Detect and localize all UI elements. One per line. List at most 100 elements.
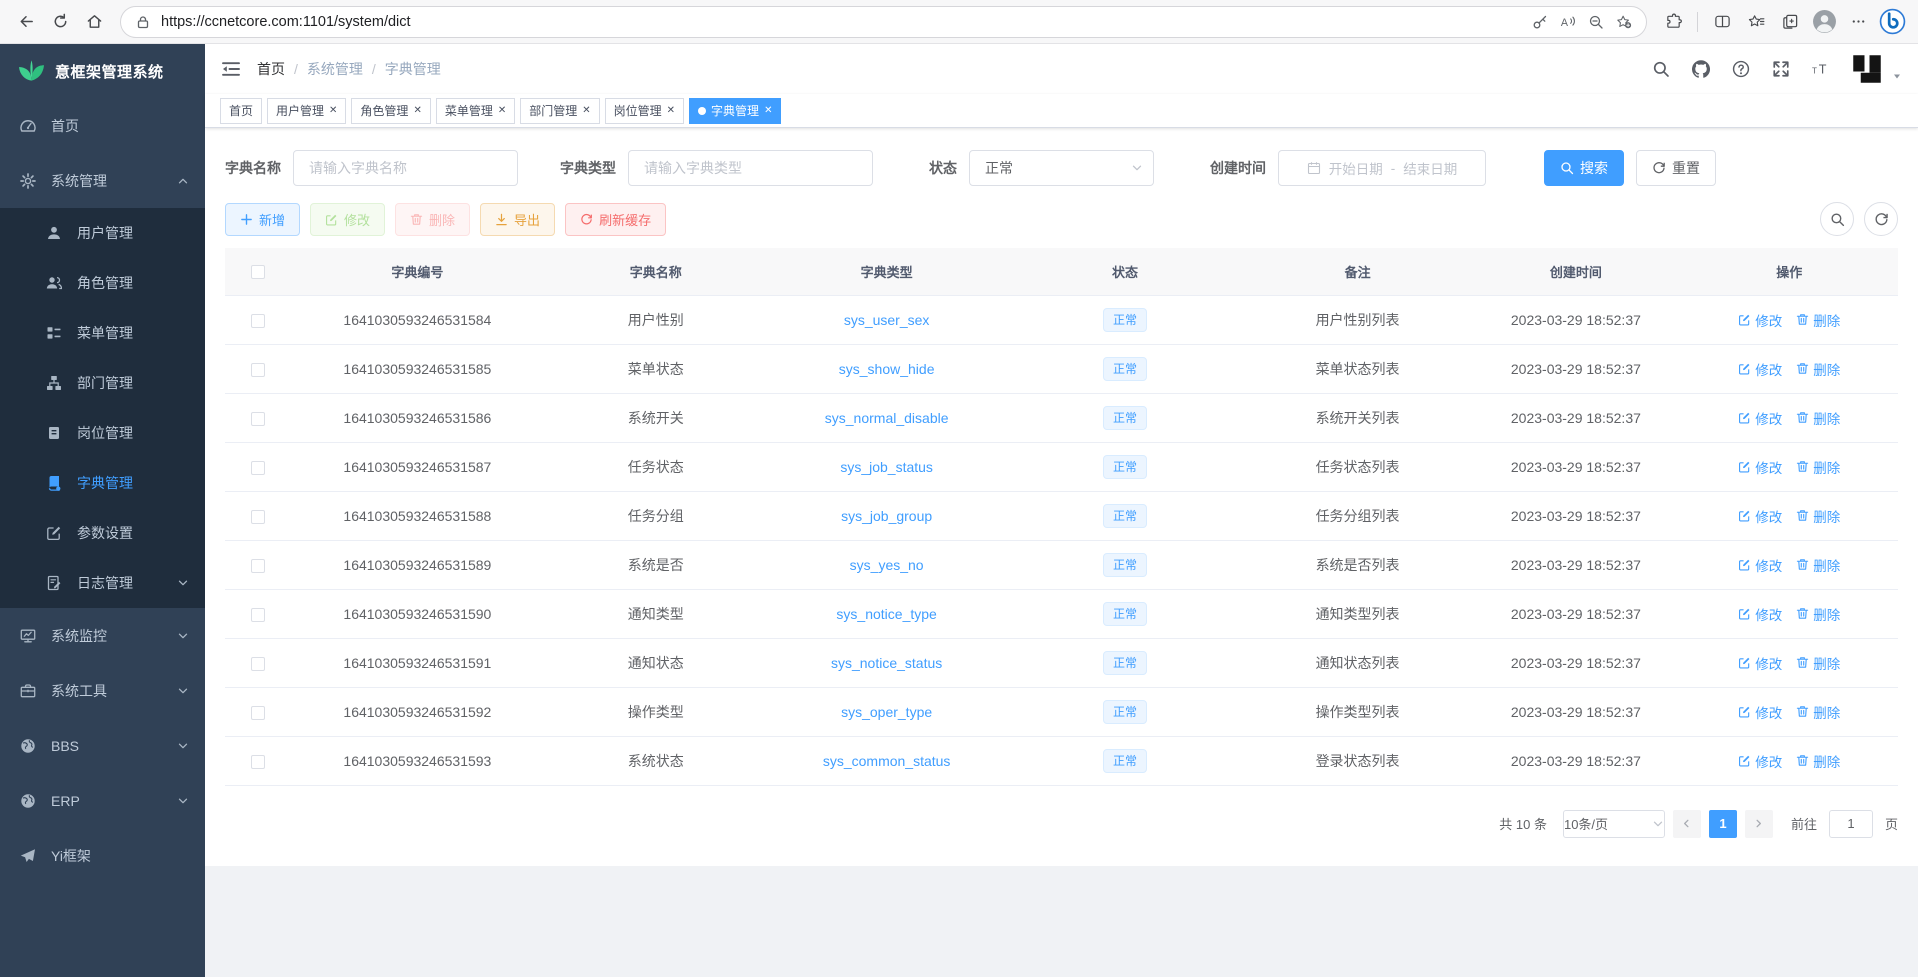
tab-close-icon[interactable]: ✕ — [329, 105, 337, 116]
tab-1[interactable]: 首页 — [220, 98, 262, 124]
dict-type-link[interactable]: sys_normal_disable — [825, 410, 949, 426]
sidebar-item-log-mgmt[interactable]: 日志管理 — [0, 558, 205, 608]
row-checkbox[interactable] — [251, 461, 265, 475]
tab-3[interactable]: 角色管理✕ — [351, 98, 430, 124]
search-button[interactable]: 搜索 — [1544, 150, 1624, 186]
delete-row-button[interactable]: 删除 — [1796, 310, 1840, 330]
dict-type-input[interactable] — [628, 150, 873, 186]
sidebar-item-menu-mgmt[interactable]: 菜单管理 — [0, 308, 205, 358]
edit-row-button[interactable]: 修改 — [1738, 702, 1782, 722]
edit-row-button[interactable]: 修改 — [1738, 653, 1782, 673]
more-menu-icon[interactable] — [1842, 6, 1874, 38]
sidebar-toggle-icon[interactable] — [221, 59, 241, 79]
goto-page-input[interactable] — [1829, 810, 1873, 838]
delete-row-button[interactable]: 删除 — [1796, 751, 1840, 771]
tab-close-icon[interactable]: ✕ — [498, 105, 506, 116]
row-checkbox[interactable] — [251, 510, 265, 524]
edit-row-button[interactable]: 修改 — [1738, 604, 1782, 624]
split-screen-icon[interactable] — [1706, 6, 1738, 38]
url-text[interactable]: https://ccnetcore.com:1101/system/dict — [161, 14, 1526, 30]
row-checkbox[interactable] — [251, 755, 265, 769]
prev-page-button[interactable] — [1673, 810, 1701, 838]
dict-type-link[interactable]: sys_common_status — [823, 753, 951, 769]
row-checkbox[interactable] — [251, 559, 265, 573]
tab-close-icon[interactable]: ✕ — [582, 105, 590, 116]
edit-row-button[interactable]: 修改 — [1738, 506, 1782, 526]
row-checkbox[interactable] — [251, 657, 265, 671]
sidebar-item-tools[interactable]: 系统工具 — [0, 663, 205, 718]
dict-name-input[interactable] — [293, 150, 518, 186]
edit-row-button[interactable]: 修改 — [1738, 457, 1782, 477]
delete-row-button[interactable]: 删除 — [1796, 506, 1840, 526]
sidebar-item-erp[interactable]: ERP — [0, 773, 205, 828]
sidebar-item-bbs[interactable]: BBS — [0, 718, 205, 773]
dict-type-link[interactable]: sys_notice_type — [836, 606, 936, 622]
row-checkbox[interactable] — [251, 363, 265, 377]
dict-type-link[interactable]: sys_job_status — [840, 459, 933, 475]
delete-row-button[interactable]: 删除 — [1796, 555, 1840, 575]
delete-row-button[interactable]: 删除 — [1796, 702, 1840, 722]
dict-type-link[interactable]: sys_yes_no — [850, 557, 924, 573]
edit-row-button[interactable]: 修改 — [1738, 751, 1782, 771]
page-size-select[interactable]: 10条/页 — [1563, 810, 1665, 838]
next-page-button[interactable] — [1745, 810, 1773, 838]
tab-close-icon[interactable]: ✕ — [667, 105, 675, 116]
sidebar-item-post-mgmt[interactable]: 岗位管理 — [0, 408, 205, 458]
tab-7[interactable]: 字典管理✕ — [689, 98, 781, 124]
dict-type-link[interactable]: sys_notice_status — [831, 655, 942, 671]
add-button[interactable]: 新增 — [225, 203, 300, 236]
collections-icon[interactable] — [1774, 6, 1806, 38]
delete-row-button[interactable]: 删除 — [1796, 359, 1840, 379]
sidebar-item-param-settings[interactable]: 参数设置 — [0, 508, 205, 558]
caret-down-icon[interactable] — [1892, 71, 1902, 81]
sidebar-item-monitor[interactable]: 系统监控 — [0, 608, 205, 663]
delete-row-button[interactable]: 删除 — [1796, 604, 1840, 624]
favorites-icon[interactable] — [1740, 6, 1772, 38]
user-avatar[interactable] — [1852, 54, 1882, 84]
home-icon[interactable] — [78, 6, 110, 38]
tab-close-icon[interactable]: ✕ — [764, 105, 772, 116]
refresh-table-button[interactable] — [1864, 202, 1898, 236]
tab-4[interactable]: 菜单管理✕ — [436, 98, 515, 124]
read-aloud-icon[interactable]: A — [1554, 9, 1582, 35]
edit-row-button[interactable]: 修改 — [1738, 359, 1782, 379]
zoom-out-icon[interactable] — [1582, 9, 1610, 35]
export-button[interactable]: 导出 — [480, 203, 555, 236]
row-checkbox[interactable] — [251, 608, 265, 622]
dict-type-link[interactable]: sys_oper_type — [841, 704, 932, 720]
browser-profile-avatar[interactable] — [1808, 6, 1840, 38]
row-checkbox[interactable] — [251, 706, 265, 720]
fullscreen-icon[interactable] — [1772, 60, 1790, 78]
dict-type-link[interactable]: sys_show_hide — [839, 361, 935, 377]
date-range-picker[interactable]: 开始日期 - 结束日期 — [1278, 150, 1486, 186]
font-size-icon[interactable]: TT — [1812, 60, 1830, 78]
row-checkbox[interactable] — [251, 412, 265, 426]
help-icon[interactable] — [1732, 60, 1750, 78]
tab-close-icon[interactable]: ✕ — [413, 105, 421, 116]
toggle-search-button[interactable] — [1820, 202, 1854, 236]
delete-row-button[interactable]: 删除 — [1796, 408, 1840, 428]
github-icon[interactable] — [1692, 60, 1710, 78]
edit-button[interactable]: 修改 — [310, 203, 385, 236]
select-all-checkbox[interactable] — [251, 265, 265, 279]
breadcrumb-item[interactable]: 首页 — [257, 59, 285, 79]
back-icon[interactable] — [10, 6, 42, 38]
sidebar-item-system[interactable]: 系统管理 — [0, 153, 205, 208]
tab-5[interactable]: 部门管理✕ — [520, 98, 599, 124]
address-bar[interactable]: https://ccnetcore.com:1101/system/dict A — [120, 6, 1647, 38]
row-checkbox[interactable] — [251, 314, 265, 328]
sidebar-item-dept-mgmt[interactable]: 部门管理 — [0, 358, 205, 408]
favorite-star-icon[interactable] — [1610, 9, 1638, 35]
delete-button[interactable]: 删除 — [395, 203, 470, 236]
browser-refresh-icon[interactable] — [44, 6, 76, 38]
sidebar-item-yi-framework[interactable]: Yi框架 — [0, 828, 205, 883]
sidebar-item-home[interactable]: 首页 — [0, 98, 205, 153]
password-key-icon[interactable] — [1526, 9, 1554, 35]
reset-button[interactable]: 重置 — [1636, 150, 1716, 186]
sidebar-item-dict-mgmt[interactable]: 字典管理 — [0, 458, 205, 508]
delete-row-button[interactable]: 删除 — [1796, 653, 1840, 673]
tab-2[interactable]: 用户管理✕ — [267, 98, 346, 124]
dict-type-link[interactable]: sys_job_group — [841, 508, 932, 524]
dict-type-link[interactable]: sys_user_sex — [844, 312, 930, 328]
tab-6[interactable]: 岗位管理✕ — [605, 98, 684, 124]
